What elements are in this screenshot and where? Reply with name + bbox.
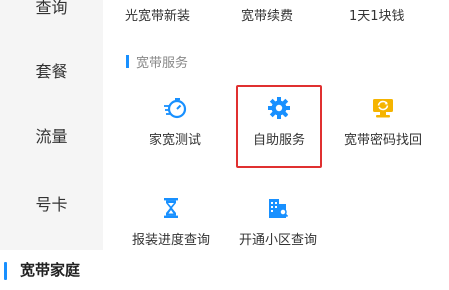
speed-test-icon xyxy=(163,96,187,120)
sidebar-item-data[interactable]: 流量 xyxy=(0,103,103,167)
sidebar-item-broadband-home[interactable]: 宽带家庭 xyxy=(0,250,103,290)
service-label: 宽带密码找回 xyxy=(343,133,422,148)
sidebar: 查询 套餐 流量 号卡 宽带家庭 xyxy=(0,0,103,290)
sidebar-item-label: 流量 xyxy=(35,127,68,146)
section-accent-bar xyxy=(126,55,129,68)
active-indicator xyxy=(4,262,7,280)
sidebar-item-label: 号卡 xyxy=(35,195,68,214)
sidebar-item-label: 查询 xyxy=(35,0,68,17)
service-self-service[interactable]: 自助服务 xyxy=(227,96,331,156)
sidebar-item-label: 宽带家庭 xyxy=(20,261,81,279)
password-recovery-icon xyxy=(371,96,395,120)
service-label: 自助服务 xyxy=(252,133,305,148)
service-label: 开通小区查询 xyxy=(238,233,317,248)
gear-self-service-icon xyxy=(267,96,291,120)
service-label: 家宽测试 xyxy=(148,133,201,148)
link-one-yuan-per-day[interactable]: 1天1块钱 xyxy=(349,5,405,24)
sidebar-item-sim-card[interactable]: 号卡 xyxy=(0,171,103,235)
main-content: 光宽带新装 宽带续费 1天1块钱 宽带服务 家宽测试 自助服务 宽带密码找回 报… xyxy=(103,0,449,273)
service-label: 报装进度查询 xyxy=(131,233,210,248)
hourglass-icon xyxy=(159,196,183,220)
section-title: 宽带服务 xyxy=(136,56,189,71)
service-password-recovery[interactable]: 宽带密码找回 xyxy=(331,96,435,156)
service-community-coverage-query[interactable]: 开通小区查询 xyxy=(226,196,330,256)
link-fiber-new-install[interactable]: 光宽带新装 xyxy=(125,5,190,24)
sidebar-item-package[interactable]: 套餐 xyxy=(0,38,103,102)
service-install-progress-query[interactable]: 报装进度查询 xyxy=(119,196,223,256)
section-header: 宽带服务 xyxy=(126,52,188,71)
building-search-icon xyxy=(266,196,290,220)
sidebar-item-query[interactable]: 查询 xyxy=(0,0,103,38)
sidebar-item-label: 套餐 xyxy=(35,62,68,81)
service-home-speed-test[interactable]: 家宽测试 xyxy=(123,96,227,156)
link-broadband-renewal[interactable]: 宽带续费 xyxy=(241,5,293,24)
